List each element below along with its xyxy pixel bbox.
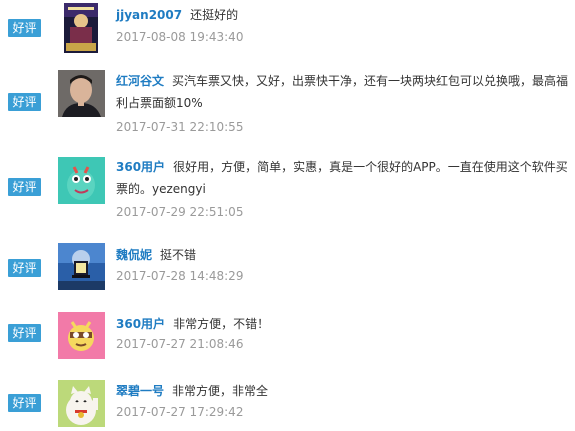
- username-link[interactable]: 翠碧一号: [116, 384, 164, 398]
- review-content: 360用户 很好用，方便，简单，实惠，真是一个很好的APP。一直在使用这个软件买票…: [116, 156, 575, 200]
- green-monster-avatar-icon[interactable]: [58, 157, 105, 204]
- review-date: 2017-07-29 22:51:05: [116, 205, 244, 219]
- positive-review-badge: 好评: [8, 19, 41, 37]
- positive-review-badge: 好评: [8, 93, 41, 111]
- review-content: jjyan2007 还挺好的: [116, 4, 575, 26]
- review-date: 2017-07-27 21:08:46: [116, 337, 244, 351]
- positive-review-badge: 好评: [8, 394, 41, 412]
- man-portrait-avatar-icon[interactable]: [58, 70, 105, 117]
- review-date: 2017-07-27 17:29:42: [116, 405, 244, 419]
- review-content: 翠碧一号 非常方便，非常全: [116, 380, 575, 402]
- positive-review-badge: 好评: [8, 178, 41, 196]
- review-content: 360用户 非常方便，不错！: [116, 313, 575, 335]
- review-text: 非常方便，不错！: [173, 317, 270, 331]
- review-text: 非常方便，非常全: [172, 384, 269, 398]
- lighthouse-avatar-icon[interactable]: [58, 243, 105, 290]
- review-content: 红河谷文 买汽车票又快，又好，出票快干净，还有一块两块红包可以兑换哦，最高福利占票…: [116, 70, 575, 114]
- review-date: 2017-07-31 22:10:55: [116, 120, 244, 134]
- review-text: 还挺好的: [190, 8, 239, 22]
- review-date: 2017-07-28 14:48:29: [116, 269, 244, 283]
- lucky-cat-avatar-icon[interactable]: [58, 380, 105, 427]
- username-link[interactable]: 360用户: [116, 317, 165, 331]
- review-date: 2017-08-08 19:43:40: [116, 30, 244, 44]
- username-link[interactable]: 红河谷文: [116, 74, 164, 88]
- positive-review-badge: 好评: [8, 259, 41, 277]
- movie-poster-avatar-icon[interactable]: [64, 3, 98, 53]
- pink-cartoon-avatar-icon[interactable]: [58, 312, 105, 359]
- positive-review-badge: 好评: [8, 324, 41, 342]
- review-content: 魏侃妮 挺不错: [116, 244, 575, 266]
- review-text: 挺不错: [160, 248, 197, 262]
- username-link[interactable]: 360用户: [116, 160, 165, 174]
- username-link[interactable]: jjyan2007: [116, 8, 182, 22]
- username-link[interactable]: 魏侃妮: [116, 248, 152, 262]
- review-text: 很好用，方便，简单，实惠，真是一个很好的APP。一直在使用这个软件买票的。yez…: [116, 160, 568, 196]
- review-text: 买汽车票又快，又好，出票快干净，还有一块两块红包可以兑换哦，最高福利占票面额10…: [116, 74, 569, 110]
